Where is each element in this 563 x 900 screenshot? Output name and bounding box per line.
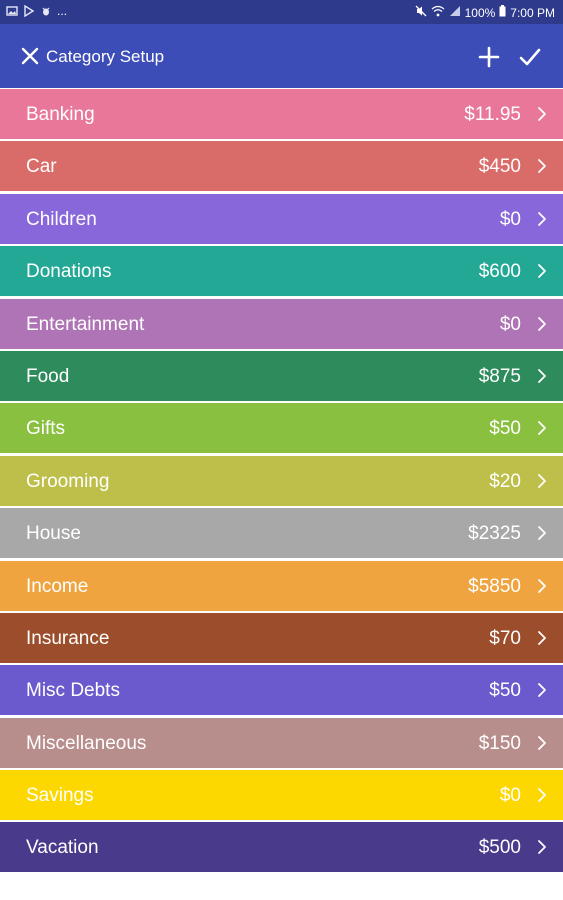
check-icon: [519, 48, 541, 66]
category-name: Gifts: [26, 418, 66, 440]
category-row[interactable]: Insurance $70: [0, 612, 563, 663]
chevron-right-icon: [538, 211, 546, 226]
category-row[interactable]: Food $875: [0, 350, 563, 401]
notification-icons: ...: [6, 4, 68, 18]
category-row[interactable]: Banking $11.95: [0, 89, 563, 139]
category-list: Banking $11.95 Car $450 Children $0 Dona…: [0, 89, 563, 875]
category-row[interactable]: House $2325: [0, 508, 563, 559]
category-amount: $50: [489, 680, 521, 702]
chevron-right-icon: [538, 788, 546, 802]
app-bar: Category Setup: [0, 24, 563, 88]
category-amount: $875: [478, 365, 521, 387]
chevron-right-icon: [538, 631, 546, 645]
category-row[interactable]: Donations $600: [0, 246, 563, 297]
chevron-right-icon: [538, 421, 546, 436]
system-icons: 100% 7:00 PM: [415, 5, 555, 20]
chevron-right-icon: [538, 735, 546, 750]
category-name: Grooming: [26, 470, 110, 492]
battery-icon: [499, 5, 506, 20]
chevron-right-icon: [538, 264, 546, 279]
category-name: Vacation: [26, 837, 99, 859]
category-name: House: [26, 523, 81, 545]
category-amount: $150: [478, 732, 521, 754]
play-store-icon: [23, 4, 35, 18]
plus-icon: [478, 46, 500, 68]
category-row[interactable]: Children $0: [0, 193, 563, 244]
chevron-right-icon: [538, 840, 546, 855]
category-name: Insurance: [26, 627, 110, 649]
confirm-button[interactable]: [515, 42, 545, 72]
category-row[interactable]: Gifts $50: [0, 403, 563, 454]
category-amount: $0: [499, 313, 521, 335]
signal-icon: [449, 5, 461, 20]
category-name: Miscellaneous: [26, 732, 147, 754]
category-name: Food: [26, 365, 70, 387]
chevron-right-icon: [538, 369, 546, 383]
wifi-icon: [431, 5, 445, 20]
category-row[interactable]: Misc Debts $50: [0, 665, 563, 716]
category-amount: $50: [489, 418, 521, 440]
category-row[interactable]: Miscellaneous $150: [0, 717, 563, 768]
clock: 7:00 PM: [510, 5, 555, 20]
add-category-button[interactable]: [474, 42, 504, 72]
close-icon: [21, 47, 39, 65]
chevron-right-icon: [538, 159, 546, 174]
category-name: Car: [26, 156, 57, 178]
page-title: Category Setup: [46, 47, 165, 66]
chevron-right-icon: [538, 578, 546, 593]
gallery-icon: [6, 5, 18, 17]
chevron-right-icon: [538, 683, 546, 698]
category-name: Entertainment: [26, 313, 145, 335]
category-row[interactable]: Car $450: [0, 141, 563, 192]
category-amount: $11.95: [464, 104, 521, 125]
category-name: Misc Debts: [26, 680, 120, 702]
category-amount: $20: [489, 470, 521, 492]
battery-level: 100%: [464, 5, 496, 20]
category-row[interactable]: Income $5850: [0, 560, 563, 611]
category-amount: $0: [499, 785, 521, 807]
category-amount: $450: [478, 156, 521, 178]
status-bar: ... 100% 7:00 PM: [0, 0, 563, 24]
category-name: Income: [26, 575, 89, 597]
category-amount: $2325: [468, 523, 521, 545]
category-name: Donations: [26, 261, 112, 283]
category-amount: $0: [499, 208, 521, 230]
chevron-right-icon: [538, 526, 546, 541]
bug-icon: [40, 5, 52, 17]
category-row[interactable]: Vacation $500: [0, 822, 563, 873]
category-name: Children: [26, 208, 97, 230]
more-notifications: ...: [57, 4, 68, 18]
category-name: Banking: [26, 104, 95, 125]
category-row[interactable]: Entertainment $0: [0, 298, 563, 349]
chevron-right-icon: [538, 473, 546, 488]
category-name: Savings: [26, 785, 94, 807]
category-amount: $600: [478, 261, 521, 283]
category-row[interactable]: Savings $0: [0, 770, 563, 821]
category-amount: $500: [478, 837, 521, 859]
close-button[interactable]: [16, 42, 44, 70]
category-amount: $5850: [468, 575, 521, 597]
category-amount: $70: [489, 627, 521, 649]
mute-icon: [415, 5, 427, 20]
chevron-right-icon: [538, 107, 546, 121]
chevron-right-icon: [538, 316, 546, 331]
category-row[interactable]: Grooming $20: [0, 455, 563, 506]
